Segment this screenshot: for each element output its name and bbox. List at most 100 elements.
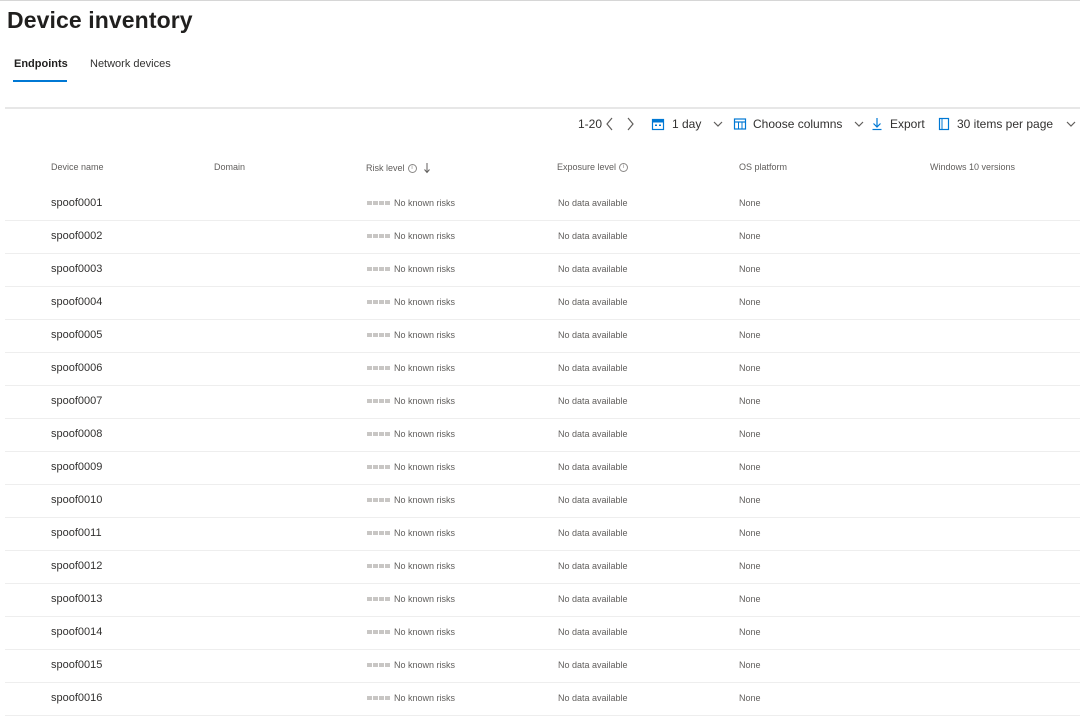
- chevron-right-icon: [624, 116, 636, 132]
- table-row[interactable]: spoof0010 No known risks No data availab…: [5, 484, 1080, 518]
- exposure-level-cell: No data available: [558, 429, 628, 439]
- top-border: [0, 0, 1080, 1]
- exposure-level-cell: No data available: [558, 594, 628, 604]
- table-row[interactable]: spoof0008 No known risks No data availab…: [5, 418, 1080, 452]
- column-header-exposure-level[interactable]: Exposure level i: [557, 162, 629, 172]
- column-header-domain[interactable]: Domain: [214, 162, 245, 172]
- column-header-label: Risk level: [366, 163, 405, 173]
- device-name-cell[interactable]: spoof0001: [51, 197, 102, 209]
- table-row[interactable]: spoof0003 No known risks No data availab…: [5, 253, 1080, 287]
- column-header-risk-level[interactable]: Risk level i: [366, 162, 431, 174]
- device-name-cell[interactable]: spoof0011: [51, 527, 102, 539]
- exposure-level-cell: No data available: [558, 660, 628, 670]
- risk-level-bars: [367, 333, 390, 337]
- column-header-label: Device name: [51, 162, 104, 172]
- risk-level-bars: [367, 366, 390, 370]
- table-row[interactable]: spoof0012 No known risks No data availab…: [5, 550, 1080, 584]
- risk-level-bars: [367, 498, 390, 502]
- table-row[interactable]: spoof0009 No known risks No data availab…: [5, 451, 1080, 485]
- device-name-cell[interactable]: spoof0014: [51, 626, 102, 638]
- prev-page-button[interactable]: [604, 116, 616, 132]
- chevron-down-icon: [1065, 119, 1077, 129]
- exposure-level-cell: No data available: [558, 561, 628, 571]
- device-name-cell[interactable]: spoof0016: [51, 692, 102, 704]
- column-header-label: Domain: [214, 162, 246, 172]
- os-platform-cell: None: [739, 396, 761, 406]
- risk-level-cell: No known risks: [394, 561, 456, 571]
- device-name-cell[interactable]: spoof0015: [51, 659, 102, 671]
- device-name-cell[interactable]: spoof0005: [51, 329, 102, 341]
- risk-level-bars: [367, 465, 390, 469]
- device-name-cell[interactable]: spoof0009: [51, 461, 102, 473]
- os-platform-cell: None: [739, 495, 761, 505]
- exposure-level-cell: No data available: [558, 495, 628, 505]
- exposure-level-cell: No data available: [558, 264, 628, 274]
- risk-level-bars: [367, 663, 390, 667]
- chevron-left-icon: [604, 116, 616, 132]
- column-header-device-name[interactable]: Device name: [51, 162, 104, 172]
- tab-network-devices[interactable]: Network devices: [90, 58, 171, 70]
- chevron-down-icon: [853, 119, 865, 129]
- next-page-button[interactable]: [624, 116, 636, 132]
- choose-columns-label: Choose columns: [753, 117, 843, 131]
- os-platform-cell: None: [739, 330, 761, 340]
- items-per-page-dropdown[interactable]: 30 items per page: [938, 117, 1077, 131]
- exposure-level-cell: No data available: [558, 528, 628, 538]
- os-platform-cell: None: [739, 693, 761, 703]
- risk-level-bars: [367, 597, 390, 601]
- risk-level-bars: [367, 432, 390, 436]
- risk-level-bars: [367, 201, 390, 205]
- table-row[interactable]: spoof0004 No known risks No data availab…: [5, 286, 1080, 320]
- table-row[interactable]: spoof0001 No known risks No data availab…: [5, 187, 1080, 221]
- tab-endpoints[interactable]: Endpoints: [14, 58, 68, 70]
- table-row[interactable]: spoof0014 No known risks No data availab…: [5, 616, 1080, 650]
- os-platform-cell: None: [739, 462, 761, 472]
- risk-level-cell: No known risks: [394, 297, 456, 307]
- device-name-cell[interactable]: spoof0012: [51, 560, 102, 572]
- risk-level-cell: No known risks: [394, 198, 456, 208]
- device-name-cell[interactable]: spoof0002: [51, 230, 102, 242]
- risk-level-bars: [367, 630, 390, 634]
- device-name-cell[interactable]: spoof0013: [51, 593, 102, 605]
- table-row[interactable]: spoof0011 No known risks No data availab…: [5, 517, 1080, 551]
- chevron-down-icon: [712, 119, 724, 129]
- column-header-windows-versions[interactable]: Windows 10 versions: [930, 162, 1015, 172]
- columns-icon: [733, 117, 747, 131]
- column-header-label: Exposure level: [557, 162, 617, 172]
- os-platform-cell: None: [739, 660, 761, 670]
- info-icon[interactable]: i: [407, 163, 417, 173]
- divider: [5, 107, 1080, 109]
- risk-level-bars: [367, 300, 390, 304]
- choose-columns-button[interactable]: Choose columns: [733, 117, 865, 131]
- table-row[interactable]: spoof0006 No known risks No data availab…: [5, 352, 1080, 386]
- download-icon: [871, 117, 883, 131]
- table-row[interactable]: spoof0007 No known risks No data availab…: [5, 385, 1080, 419]
- table-row[interactable]: spoof0015 No known risks No data availab…: [5, 649, 1080, 683]
- calendar-icon: [651, 117, 665, 131]
- risk-level-cell: No known risks: [394, 462, 456, 472]
- device-name-cell[interactable]: spoof0003: [51, 263, 102, 275]
- device-name-cell[interactable]: spoof0007: [51, 395, 102, 407]
- risk-level-cell: No known risks: [394, 330, 456, 340]
- page-icon: [938, 117, 950, 131]
- sort-arrow-down-icon[interactable]: [423, 162, 431, 174]
- page-title: Device inventory: [7, 7, 193, 33]
- risk-level-cell: No known risks: [394, 495, 456, 505]
- column-header-os-platform[interactable]: OS platform: [739, 162, 787, 172]
- os-platform-cell: None: [739, 429, 761, 439]
- device-name-cell[interactable]: spoof0006: [51, 362, 102, 374]
- risk-level-cell: No known risks: [394, 429, 456, 439]
- table-row[interactable]: spoof0013 No known risks No data availab…: [5, 583, 1080, 617]
- table-row[interactable]: spoof0016 No known risks No data availab…: [5, 682, 1080, 716]
- device-name-cell[interactable]: spoof0004: [51, 296, 102, 308]
- os-platform-cell: None: [739, 363, 761, 373]
- risk-level-cell: No known risks: [394, 264, 456, 274]
- device-name-cell[interactable]: spoof0010: [51, 494, 102, 506]
- time-filter-dropdown[interactable]: 1 day: [651, 117, 724, 131]
- risk-level-bars: [367, 267, 390, 271]
- export-button[interactable]: Export: [871, 117, 925, 131]
- info-icon[interactable]: i: [619, 162, 629, 172]
- table-row[interactable]: spoof0002 No known risks No data availab…: [5, 220, 1080, 254]
- device-name-cell[interactable]: spoof0008: [51, 428, 102, 440]
- table-row[interactable]: spoof0005 No known risks No data availab…: [5, 319, 1080, 353]
